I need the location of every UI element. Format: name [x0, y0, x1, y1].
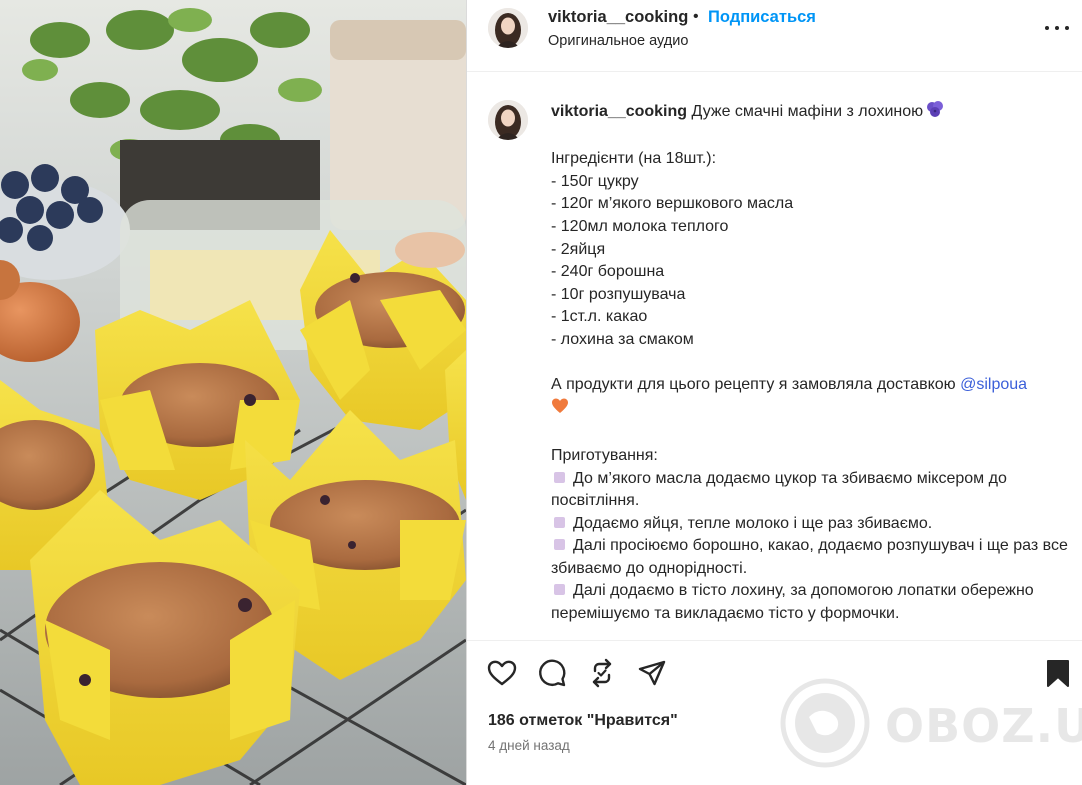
step-text: Далі додаємо в тісто лохину, за допомого…	[551, 582, 1034, 623]
audio-label[interactable]: Оригинальное аудио	[548, 33, 688, 49]
avatar[interactable]	[488, 8, 528, 48]
step-item: Додаємо яйця, тепле молоко і ще раз збив…	[551, 513, 1071, 536]
author-username[interactable]: viktoria__cooking	[548, 8, 688, 27]
ingredient-item: - 1ст.л. какао	[551, 308, 648, 326]
watermark-logo: OBOZ.UA	[779, 677, 1082, 777]
post-media-photo[interactable]	[0, 0, 466, 785]
ingredient-item: - 10г розпушувача	[551, 285, 686, 303]
caption-title: Дуже смачні мафіни з лохиною	[691, 103, 924, 120]
watermark-text: OBOZ.UA	[885, 699, 1082, 753]
heart-icon[interactable]	[486, 657, 518, 689]
ingredient-item: - 150г цукру	[551, 172, 639, 190]
more-options-icon[interactable]	[1043, 14, 1071, 42]
ingredient-item: - 2яйця	[551, 240, 606, 258]
step-item: Далі просіюємо борошно, какао, додаємо р…	[551, 535, 1071, 580]
repost-icon[interactable]	[586, 657, 618, 689]
ingredient-item: - 120мл молока теплого	[551, 217, 729, 235]
step-bullet-icon	[554, 516, 565, 528]
caption-avatar[interactable]	[488, 100, 528, 140]
ingredient-item: - лохина за смаком	[551, 330, 694, 348]
step-text: До м’якого масла додаємо цукор та збиває…	[551, 469, 1007, 510]
comment-icon[interactable]	[536, 657, 568, 689]
ingredient-item: - 120г м’якого вершкового масла	[551, 195, 794, 213]
post-header: viktoria__cooking • Подписаться Оригинал…	[467, 0, 1082, 72]
globe-icon	[780, 678, 870, 768]
follow-button[interactable]: Подписаться	[708, 8, 816, 27]
step-text: Додаємо яйця, тепле молоко і ще раз збив…	[573, 514, 933, 532]
post-caption: viktoria__cooking Дуже смачні мафіни з л…	[551, 100, 1071, 626]
ingredient-item: - 240г борошна	[551, 263, 665, 281]
step-bullet-icon	[554, 584, 565, 596]
step-bullet-icon	[554, 471, 565, 483]
caption-username[interactable]: viktoria__cooking	[551, 103, 687, 120]
ingredients-heading: Інгредієнти (на 18шт.):	[551, 150, 717, 168]
post-timestamp[interactable]: 4 дней назад	[488, 738, 570, 753]
likes-count[interactable]: 186 отметок "Нравится"	[488, 712, 678, 730]
delivery-text: А продукти для цього рецепту я замовляла…	[551, 376, 956, 394]
step-item: До м’якого масла додаємо цукор та збиває…	[551, 468, 1071, 513]
post-actions: OBOZ.UA 186 отметок "Нравится" 4 дней на…	[467, 640, 1082, 785]
steps-heading: Приготування:	[551, 446, 658, 464]
separator-dot: •	[693, 8, 699, 25]
step-bullet-icon	[554, 539, 565, 551]
send-icon[interactable]	[636, 657, 668, 689]
blueberries-emoji	[926, 100, 944, 126]
step-item: Далі додаємо в тісто лохину, за допомого…	[551, 580, 1071, 625]
mention-link[interactable]: @silpoua	[960, 376, 1027, 393]
orange-heart-emoji	[551, 397, 569, 423]
caption-area: viktoria__cooking Дуже смачні мафіни з л…	[467, 72, 1082, 640]
post-side-panel: viktoria__cooking • Подписаться Оригинал…	[466, 0, 1082, 785]
muffins-photo	[0, 0, 466, 785]
step-text: Далі просіюємо борошно, какао, додаємо р…	[551, 537, 1068, 577]
